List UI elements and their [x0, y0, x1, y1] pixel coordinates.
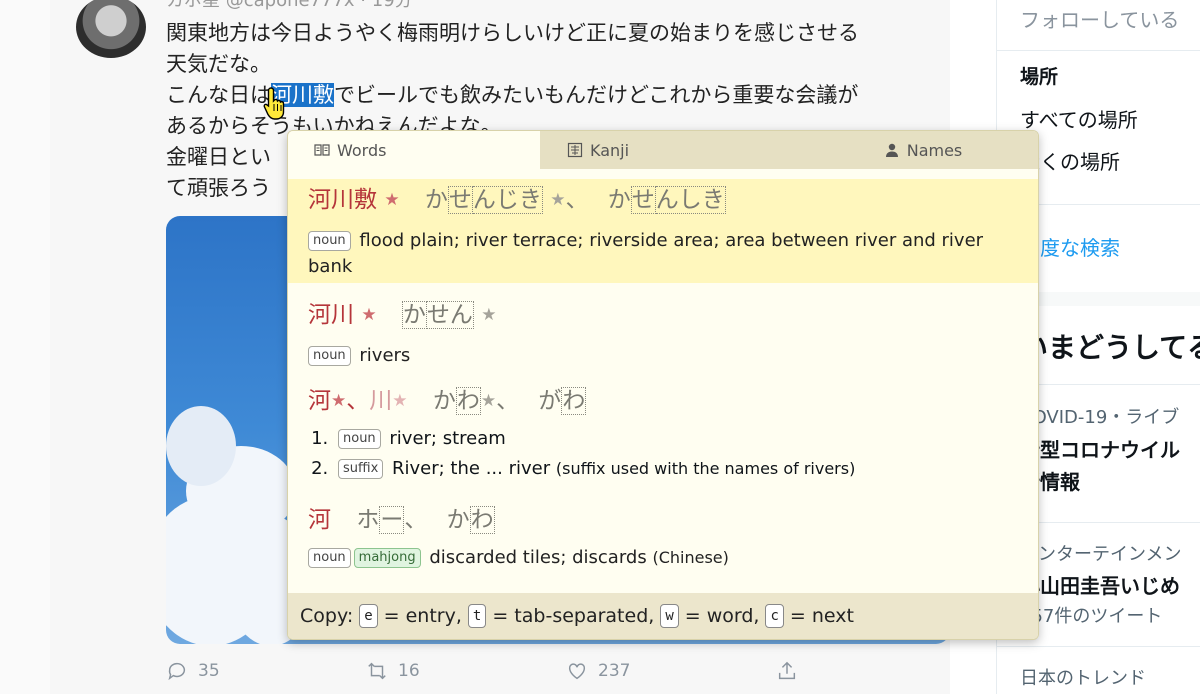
heart-icon	[568, 663, 586, 680]
entry-kanji: 河川	[308, 302, 354, 328]
common-star-icon: ★	[331, 391, 347, 411]
trend1-context: COVID-19・ライブ	[1020, 407, 1180, 428]
tab-kanji-label: Kanji	[590, 140, 630, 160]
retweet-icon	[368, 662, 386, 680]
entry-reading-alt: かせんしき	[607, 186, 726, 214]
entry-definition: noun rivers	[308, 343, 1018, 369]
common-star-icon: ★	[481, 305, 497, 325]
sidebar-divider	[996, 50, 1200, 51]
sidebar-divider	[996, 646, 1200, 647]
hand-cursor-icon	[263, 87, 285, 120]
all-places-option[interactable]: すべての場所	[1020, 104, 1138, 133]
copy-key-next[interactable]: c	[765, 604, 784, 628]
entry-kawa[interactable]: 河★、川★ かわ★、 がわ noun river; stream suffix …	[288, 384, 1038, 484]
tab-names-label: Names	[906, 140, 963, 160]
retweet-button[interactable]: 16	[366, 660, 420, 682]
common-star-icon: ★	[384, 190, 400, 210]
places-heading: 場所	[1020, 66, 1059, 88]
tweet-actions: 35 16 237	[166, 660, 806, 690]
trend2-count: 257件のツイート	[1020, 606, 1163, 627]
common-star-icon: ★	[361, 305, 377, 325]
person-icon	[885, 143, 898, 157]
pos-tag: noun	[308, 548, 351, 568]
field-tag: mahjong	[353, 548, 421, 568]
tweet-line-5: 金曜日とい	[166, 145, 271, 169]
entry-kanji: 河	[308, 507, 331, 533]
tab-kanji[interactable]: Kanji	[540, 131, 790, 169]
share-icon	[778, 661, 796, 680]
copy-key-word[interactable]: w	[660, 604, 679, 628]
entry-headword-row: 河川敷 ★ かせんじき ★、 かせんしき	[308, 186, 726, 214]
follow-text: フォローしている	[1020, 8, 1180, 32]
sense-list: noun river; stream suffix River; the ...…	[308, 424, 1018, 484]
pos-tag: suffix	[338, 459, 384, 479]
pos-tag: noun	[308, 346, 351, 366]
entry-headword-row: 河★、川★ かわ★、 がわ	[308, 387, 587, 415]
entry-definition: noun mahjong discarded tiles; discards (C…	[308, 545, 1018, 571]
entry-ho[interactable]: 河 ホー、 かわ noun mahjong discarded tiles; di…	[288, 503, 1038, 571]
entry-kanji: 河	[308, 388, 331, 414]
entry-kanji-alt: 川	[369, 388, 393, 414]
common-star-icon: ★	[392, 391, 408, 411]
entry-headword-row: 河川 ★ かせん ★	[308, 298, 1018, 334]
trend2-context: エンターテインメン	[1020, 544, 1182, 565]
tab-words-label: Words	[337, 140, 387, 160]
tab-names[interactable]: Names	[790, 131, 1038, 169]
tweet-header: カポ星 @capone777x · 19分	[166, 0, 413, 11]
entry-reading-alt: がわ	[538, 387, 587, 415]
entry-reading: ホー	[356, 506, 405, 534]
tweet-line-3b: でビールでも飲みたいもんだけどこれから重要な会議が	[334, 83, 859, 107]
tweet-line-3a: こんな日は	[166, 83, 271, 107]
copy-key-tab-separated[interactable]: t	[467, 604, 487, 628]
kanji-icon	[567, 142, 583, 158]
sense-item: suffix River; the ... river (suffix used…	[334, 454, 1018, 484]
copy-label: Copy:	[300, 605, 354, 627]
like-count: 237	[598, 661, 631, 681]
copy-key-entry[interactable]: e	[359, 604, 378, 628]
popup-tabs: Words Kanji Names	[288, 131, 1038, 169]
entry-reading: かせんじき	[424, 186, 543, 214]
trending-heading: いまどうしてる	[1020, 331, 1200, 364]
copy-bar: Copy: e = entry, t = tab-separated, w = wor…	[288, 593, 1038, 639]
tweet-line-1: 関東地方は今日ようやく梅雨明けらしいけど正に夏の始まりを感じさせる	[166, 21, 859, 45]
common-star-icon: ★	[480, 391, 497, 411]
dictionary-popup: Words Kanji Names 河川敷 ★ かせんじき ★、 かせんしき n…	[287, 130, 1039, 640]
entry-reading: かわ	[432, 387, 481, 415]
entry-definition: noun flood plain; river terrace; riversi…	[308, 230, 984, 277]
entry-kasen[interactable]: 河川 ★ かせん ★ noun rivers	[288, 298, 1038, 369]
entry-kasenjiki[interactable]: 河川敷 ★ かせんじき ★、 かせんしき noun flood plain; r…	[288, 179, 1038, 283]
entry-reading-alt: かわ	[446, 506, 495, 534]
tab-words[interactable]: Words	[288, 131, 540, 169]
reply-count: 35	[198, 661, 220, 681]
pos-tag: noun	[308, 231, 351, 251]
common-star-icon: ★	[550, 190, 566, 210]
tweet-line-2: 天気だな。	[166, 52, 271, 76]
sense-item: noun river; stream	[334, 424, 1018, 454]
entry-kanji: 河川敷	[308, 187, 377, 213]
reply-icon	[168, 662, 186, 681]
like-button[interactable]: 237	[566, 660, 630, 682]
trend2-title[interactable]: 小山田圭吾いじめ	[1020, 570, 1180, 599]
trend1-title[interactable]: 新型コロナウイル	[1020, 434, 1180, 463]
pos-tag: noun	[338, 429, 381, 449]
retweet-count: 16	[398, 661, 420, 681]
entry-headword-row: 河 ホー、 かわ	[308, 506, 495, 534]
tweet-line-6: て頑張ろう	[166, 176, 271, 200]
share-button[interactable]	[776, 660, 798, 682]
entry-reading: かせん	[401, 301, 474, 329]
book-icon	[314, 144, 330, 156]
reply-button[interactable]: 35	[166, 660, 220, 682]
left-gutter	[0, 0, 50, 694]
japan-trends-label: 日本のトレンド	[1020, 668, 1146, 689]
